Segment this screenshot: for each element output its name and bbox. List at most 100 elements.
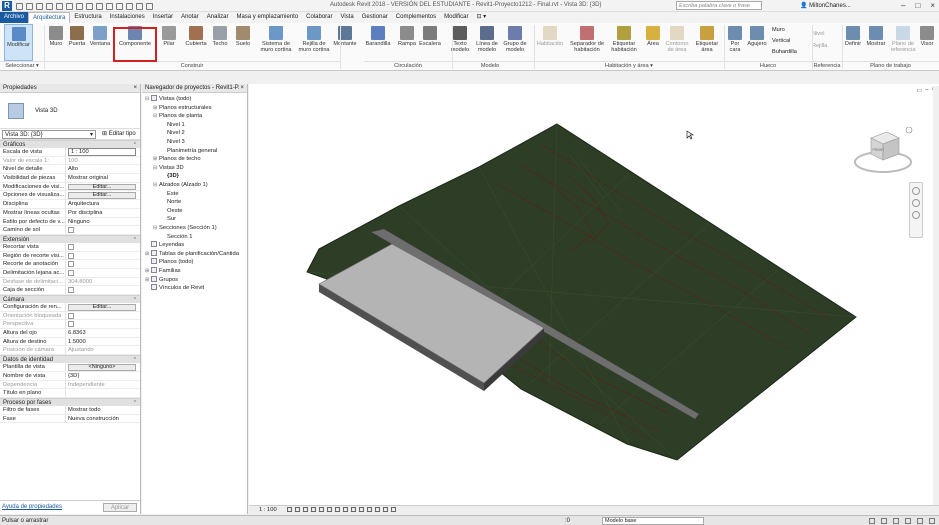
ribbon-button-agujero[interactable]: Agujero (746, 24, 768, 61)
property-edit-button[interactable]: Editar... (68, 304, 136, 311)
ribbon-button-mostrar[interactable]: Mostrar (865, 24, 887, 61)
tab-colaborar[interactable]: Colaborar (302, 12, 336, 23)
undo-icon[interactable] (46, 2, 53, 10)
tab-estructura[interactable]: Estructura (70, 12, 105, 23)
select-by-face-icon[interactable] (905, 518, 911, 524)
browser-node[interactable]: ⊞ Tablas de planificación/Cantida (145, 249, 239, 258)
3d-view-icon[interactable] (116, 2, 123, 10)
property-edit-button[interactable]: Editar... (68, 192, 136, 199)
worksharing-icon[interactable] (367, 507, 372, 512)
ribbon-button-etiquetar-área[interactable]: Etiquetar área (694, 24, 720, 61)
panel-label[interactable]: Construir (44, 61, 340, 70)
browser-node[interactable]: Nivel 2 (161, 129, 185, 137)
ribbon-button-pilar[interactable]: Pilar (160, 24, 178, 61)
property-value-text[interactable]: 6.8363 (68, 329, 86, 337)
property-checkbox[interactable] (68, 287, 74, 294)
tab-anotar[interactable]: Anotar (177, 12, 203, 23)
property-value-text[interactable]: Por disciplina (68, 209, 102, 217)
ribbon-button-grupo-de-modelo[interactable]: Grupo de modelo (502, 24, 528, 61)
reveal-hidden-icon[interactable] (359, 507, 364, 512)
panel-label[interactable]: Habitación y área ▾ (534, 61, 724, 70)
ribbon-button-contorno-de-área[interactable]: Contorno de área (664, 24, 690, 61)
property-checkbox[interactable] (68, 243, 74, 250)
minimize-icon[interactable]: – (901, 1, 905, 10)
property-checkbox[interactable] (68, 269, 74, 276)
ribbon-button-muro[interactable]: Muro (772, 27, 785, 33)
browser-node[interactable]: ⊞ Grupos (145, 275, 178, 284)
close-icon[interactable]: × (133, 84, 137, 93)
ribbon-button-puerta[interactable]: Puerta (67, 24, 87, 61)
restore-icon[interactable]: ▭ (916, 87, 922, 94)
browser-node[interactable]: Oeste (161, 207, 182, 215)
property-value-text[interactable]: Arquitectura (68, 200, 99, 208)
ribbon-options-icon[interactable]: ⊡ ▾ (472, 12, 490, 23)
collapse-icon[interactable]: ⌃ (133, 356, 137, 364)
sun-path-icon[interactable] (303, 507, 308, 512)
browser-node[interactable]: ⊟ Vistas (todo) (145, 95, 191, 103)
property-value-text[interactable]: Mostrar todo (68, 406, 101, 414)
terrain-model[interactable] (249, 84, 939, 514)
properties-help-link[interactable]: Ayuda de propiedades (2, 504, 62, 510)
sync-icon[interactable] (36, 2, 43, 10)
shadows-icon[interactable] (311, 507, 316, 512)
filter-icon[interactable] (929, 518, 935, 524)
browser-node[interactable]: Leyendas (145, 241, 184, 249)
type-selector[interactable]: Vista 3D (0, 93, 140, 129)
render-icon[interactable] (319, 507, 324, 512)
orbit-icon[interactable] (912, 211, 920, 219)
property-checkbox[interactable] (68, 252, 74, 259)
tab-arquitectura[interactable]: Arquitectura (28, 12, 71, 23)
ribbon-button-separador-de-habitación[interactable]: Separador de habitación (569, 24, 605, 61)
ribbon-button-área[interactable]: Área (642, 24, 664, 61)
browser-node[interactable]: Sur (161, 215, 176, 223)
tab-vista[interactable]: Vista (337, 12, 358, 23)
visual-style-icon[interactable] (295, 507, 300, 512)
tab-insertar[interactable]: Insertar (149, 12, 177, 23)
ribbon-button-barandilla[interactable]: Barandilla (365, 24, 391, 61)
property-value-text[interactable]: Mostrar original (68, 174, 108, 182)
properties-section-header[interactable]: Cámara ⌃ (0, 295, 140, 303)
panel-label[interactable]: Modelo (446, 61, 534, 70)
ribbon-button-rejilla-de-muro-cortina[interactable]: Rejilla de muro cortina (296, 24, 332, 61)
browser-node[interactable]: Vínculos de Revit (145, 284, 204, 292)
ribbon-button-por-cara[interactable]: Por cara (725, 24, 745, 61)
ribbon-button-etiquetar-habitación[interactable]: Etiquetar habitación (608, 24, 640, 61)
ribbon-button-rejilla[interactable]: Rejilla (812, 43, 827, 49)
browser-node[interactable]: Este (161, 190, 179, 198)
property-value-text[interactable]: Ninguno (68, 218, 90, 226)
browser-node[interactable]: Norte (161, 198, 181, 206)
collapse-icon[interactable]: ⌃ (133, 236, 137, 244)
ribbon-button-línea-de-modelo[interactable]: Línea de modelo (474, 24, 500, 61)
print-icon[interactable] (66, 2, 73, 10)
browser-node[interactable]: ⊞ Planos estructurales (153, 104, 212, 112)
browser-node[interactable]: ⊟ Alzados (Alzado 1) (153, 181, 208, 189)
highlight-displacement-icon[interactable] (383, 507, 388, 512)
tab-archivo[interactable]: Archivo (0, 12, 29, 23)
tab-gestionar[interactable]: Gestionar (358, 12, 392, 23)
property-input[interactable]: 1 : 100 (68, 148, 136, 156)
view-selector-dropdown[interactable]: Vista 3D: {3D} (2, 130, 96, 139)
panel-label[interactable]: Plano de trabajo (842, 61, 939, 70)
browser-node[interactable]: Nivel 1 (161, 121, 185, 129)
edit-type-button[interactable]: ⊞ Editar tipo (102, 130, 136, 139)
ribbon-button-visor[interactable]: Visor (918, 24, 936, 61)
collapse-icon[interactable]: ⌃ (133, 399, 137, 407)
close-hidden-icon[interactable] (146, 2, 153, 10)
zoom-icon[interactable] (912, 199, 920, 207)
measure-icon[interactable] (76, 2, 83, 10)
browser-node[interactable]: ⊟ Planos de planta (153, 112, 202, 120)
browser-node[interactable]: ⊟ Secciones (Sección 1) (153, 224, 217, 232)
ribbon-button-montante[interactable]: Montante (332, 24, 358, 61)
collapse-icon[interactable]: ⌃ (133, 296, 137, 304)
text-icon[interactable] (106, 2, 113, 10)
ribbon-button-modificar[interactable]: Modificar (4, 24, 33, 61)
temp-hide-icon[interactable] (351, 507, 356, 512)
ribbon-button-ventana[interactable]: Ventana (89, 24, 111, 61)
tab-complementos[interactable]: Complementos (392, 12, 440, 23)
browser-node[interactable]: Sección 1 (161, 233, 192, 241)
properties-section-header[interactable]: Extensión ⌃ (0, 234, 140, 244)
property-checkbox[interactable] (68, 227, 74, 234)
select-underlay-icon[interactable] (881, 518, 887, 524)
properties-section-header[interactable]: Datos de identidad ⌃ (0, 355, 140, 364)
vertical-scrollbar[interactable] (933, 86, 939, 506)
